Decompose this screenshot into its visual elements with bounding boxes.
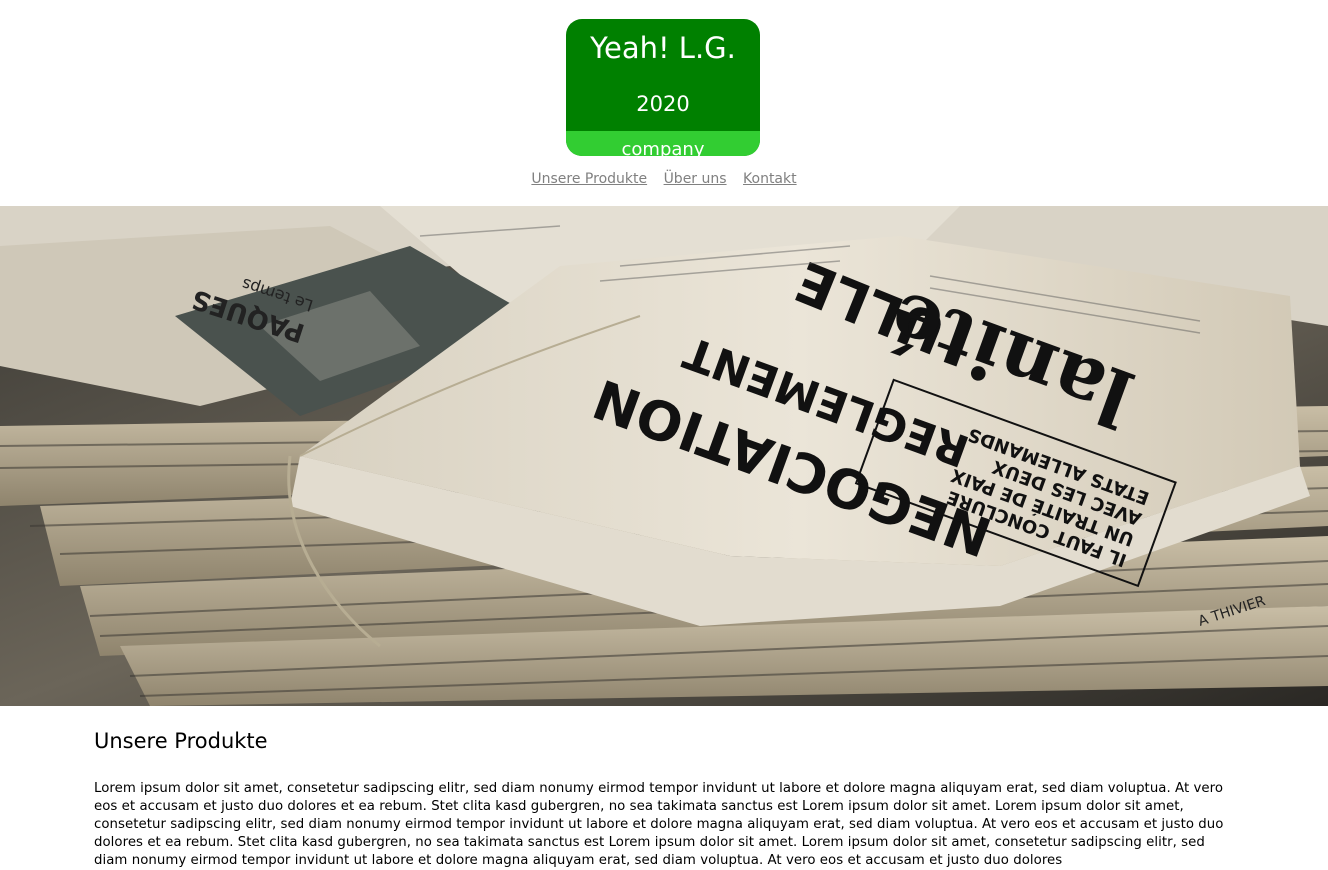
logo-year: 2020 <box>636 92 690 116</box>
logo-tagline: company <box>566 131 760 156</box>
nav-link-produkte[interactable]: Unsere Produkte <box>531 171 647 187</box>
site-logo[interactable]: Yeah! L.G. 2020 company <box>566 19 760 156</box>
main-nav: Unsere Produkte Über uns Kontakt <box>0 171 1328 187</box>
nav-link-kontakt[interactable]: Kontakt <box>743 171 797 187</box>
hero-image: NEGOCIATION REGLEMENT ULLE lanité IL FAU… <box>0 206 1328 706</box>
logo-name: Yeah! L.G. <box>590 31 736 65</box>
section-body-text: Lorem ipsum dolor sit amet, consetetur s… <box>94 781 1224 868</box>
site-header: Yeah! L.G. 2020 company Unsere Produkte … <box>0 0 1328 206</box>
section-heading: Unsere Produkte <box>94 729 268 753</box>
newspaper-stack-photo: NEGOCIATION REGLEMENT ULLE lanité IL FAU… <box>0 206 1328 706</box>
main-content: Unsere Produkte Lorem ipsum dolor sit am… <box>94 706 1230 870</box>
nav-link-ueber-uns[interactable]: Über uns <box>664 171 727 187</box>
